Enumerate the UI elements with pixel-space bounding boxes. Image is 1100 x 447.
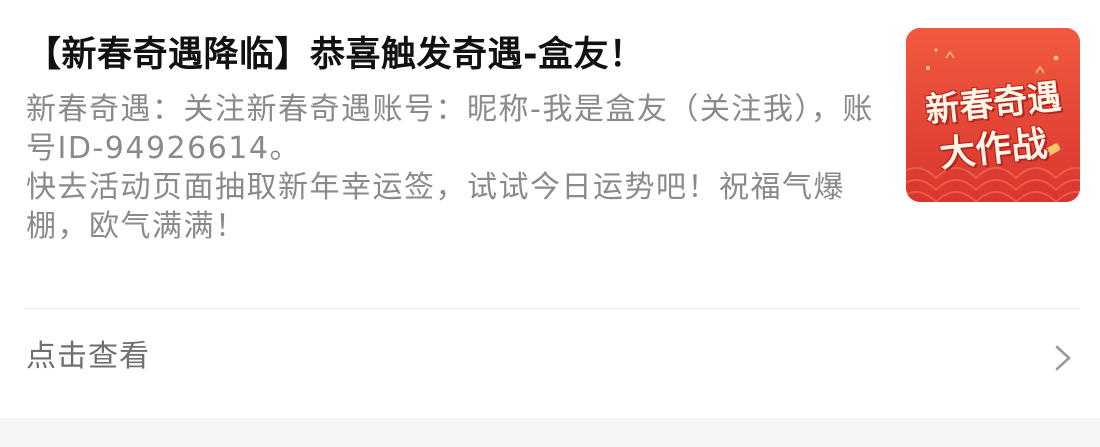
view-details-label[interactable]: 点击查看 xyxy=(26,337,150,377)
message-body-line: 快去活动页面抽取新年幸运签，试试今日运势吧！祝福气爆棚，欧气满满！ xyxy=(26,170,845,244)
message-content: 【新春奇遇降临】恭喜触发奇遇-盒友！ 新春奇遇：关注新春奇遇账号：昵称-我是盒友… xyxy=(26,26,876,246)
message-body: 新春奇遇：关注新春奇遇账号：昵称-我是盒友（关注我），账号ID-94926614… xyxy=(26,90,876,246)
notification-card[interactable]: 【新春奇遇降临】恭喜触发奇遇-盒友！ 新春奇遇：关注新春奇遇账号：昵称-我是盒友… xyxy=(0,0,1100,418)
chevron-right-icon[interactable] xyxy=(1050,343,1076,373)
view-details-row[interactable]: 点击查看 xyxy=(0,309,1100,409)
message-title: 【新春奇遇降临】恭喜触发奇遇-盒友！ xyxy=(26,35,645,75)
event-thumbnail: 新春奇遇 大作战 xyxy=(906,28,1080,202)
message-body-line: 新春奇遇：关注新春奇遇账号：昵称-我是盒友（关注我），账号ID-94926614… xyxy=(26,92,874,166)
